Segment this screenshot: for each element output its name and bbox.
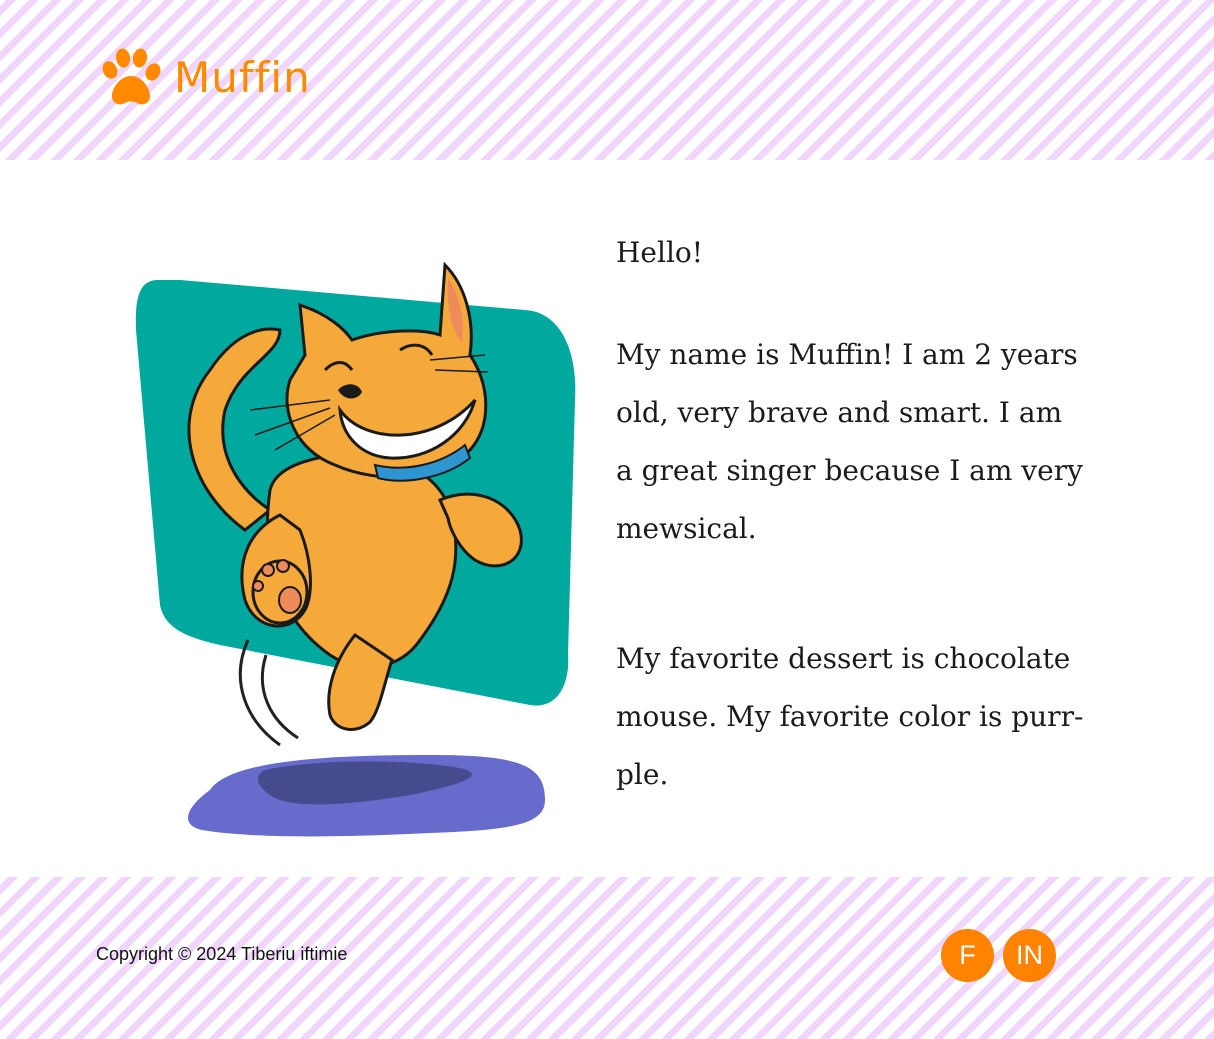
logo[interactable]: Muffin [98,48,311,108]
paw-icon [102,48,161,105]
social-links: F IN [941,929,1056,982]
copyright-text: Copyright © 2024 Tiberiu iftimie [96,944,348,964]
intro-paragraph: My name is Muffin! I am 2 years old, ver… [616,338,1083,545]
favorites-paragraph: My favorite dessert is chocolate mouse. … [616,642,1084,791]
hero-illustration [130,260,590,840]
brand-name: Muffin [174,53,311,102]
site-footer: Copyright © 2024 Tiberiu iftimie F IN [0,877,1214,1039]
about-text: Hello! My name is Muffin! I am 2 years o… [616,230,1086,804]
greeting: Hello! [616,236,704,269]
cat-illustration [135,261,576,837]
linkedin-icon[interactable]: IN [1003,929,1056,982]
facebook-icon[interactable]: F [941,929,994,982]
site-header: Muffin [0,0,1214,160]
main-content: Hello! My name is Muffin! I am 2 years o… [0,160,1214,877]
